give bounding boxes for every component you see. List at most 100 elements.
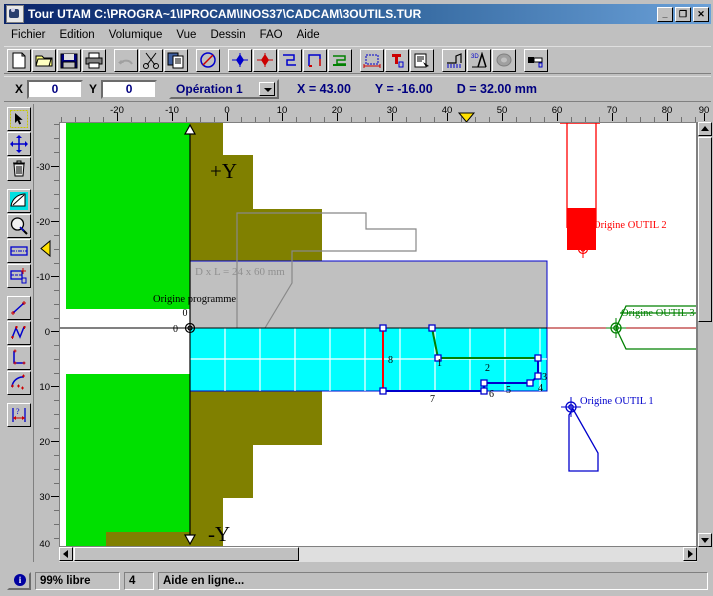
horizontal-scrollbar[interactable] [59,547,697,562]
menu-volumique[interactable]: Volumique [102,28,170,42]
toolbar-separator [517,49,524,72]
y-label: Y [89,82,98,96]
section-icon[interactable] [442,48,466,72]
close-button[interactable]: ✕ [693,6,709,22]
chevron-down-icon[interactable] [259,82,276,96]
cad-canvas[interactable]: D x L = 24 x 60 mm +Y -Y Origine program… [59,122,697,547]
polyline-icon[interactable] [6,321,31,345]
toolpath-label-4: 4 [538,383,543,394]
delete-trash-icon[interactable] [6,157,31,181]
vertical-scrollbar[interactable] [697,122,712,547]
scroll-right-button[interactable] [683,547,697,561]
maximize-button[interactable]: ❐ [675,6,691,22]
origin-program-x-value: 0 [173,324,178,335]
menu-aide[interactable]: Aide [290,28,327,42]
toolbar-separator [435,49,442,72]
drawing-area: -20 -10 0 10 20 30 40 50 60 70 80 90 -30… [35,104,712,562]
title-bar: Tour UTAM C:\PROGRA~1\IPROCAM\INOS37\CAD… [4,4,711,24]
operation-select[interactable]: Opération 1 [169,79,280,99]
menu-vue[interactable]: Vue [169,28,203,42]
tool-red-icon[interactable] [385,48,409,72]
tool-1-origin-label: Origine OUTIL 1 [580,396,654,407]
select-arrow-icon[interactable] [6,107,31,131]
new-file-icon[interactable] [7,48,31,72]
stock-dimension-label: D x L = 24 x 60 mm [195,266,285,278]
stock-rect-icon[interactable] [6,239,31,263]
point-blue-icon[interactable] [228,48,252,72]
menu-edition[interactable]: Edition [53,28,102,42]
readout-y: Y = -16.00 [374,82,433,96]
origin-set-icon[interactable] [6,264,31,288]
memory-status: 99% libre [35,572,120,590]
copy-icon[interactable] [164,48,188,72]
x-input[interactable]: 0 [27,79,84,99]
help-status: Aide en ligne... [158,572,708,590]
horizontal-scroll-thumb[interactable] [74,547,299,561]
scroll-left-button[interactable] [59,547,73,561]
svg-text:-20: -20 [110,105,124,116]
menu-fichier[interactable]: Fichier [4,28,53,42]
status-bar: 99% libre 4 Aide en ligne... [4,570,711,592]
coordinate-toolbar: X 0 Y 0 Opération 1 X = 43.00 Y = -16.00… [4,76,711,102]
properties-icon[interactable] [410,48,434,72]
window-controls: _ ❐ ✕ [657,6,709,22]
arc-icon[interactable] [6,371,31,395]
svg-text:30: 30 [387,105,398,116]
stock-dims-icon[interactable] [360,48,384,72]
scroll-down-button[interactable] [698,533,712,547]
face-green-icon[interactable] [328,48,352,72]
svg-text:80: 80 [662,105,673,116]
corner-icon[interactable] [6,346,31,370]
zoom-magnifier-icon[interactable] [6,214,31,238]
svg-text:90: 90 [699,105,710,116]
menu-bar: Fichier Edition Volumique Vue Dessin FAO… [4,26,711,44]
svg-text:0: 0 [224,105,229,116]
svg-text:10: 10 [39,382,50,393]
minimize-button[interactable]: _ [657,6,673,22]
cut-scissors-icon[interactable] [139,48,163,72]
svg-text:-10: -10 [36,272,50,283]
y-input[interactable]: 0 [101,79,158,99]
menu-fao[interactable]: FAO [253,28,290,42]
window-title: Tour UTAM C:\PROGRA~1\IPROCAM\INOS37\CAD… [28,7,422,21]
save-disk-icon[interactable] [57,48,81,72]
toolpath-label-7: 7 [430,394,435,405]
svg-text:0: 0 [45,327,50,338]
axis-label-minus-y: -Y [208,522,230,546]
readout-x: X = 43.00 [297,82,351,96]
vertical-scroll-thumb[interactable] [698,137,712,322]
svg-text:20: 20 [332,105,343,116]
line-segment-icon[interactable] [6,296,31,320]
print-icon[interactable] [82,48,106,72]
app-icon [6,5,24,23]
dimension-icon[interactable]: ? [6,403,31,427]
pan-move-icon[interactable] [6,132,31,156]
x-label: X [15,82,24,96]
svg-text:60: 60 [552,105,563,116]
info-icon[interactable] [7,572,31,590]
main-toolbar: 3D [4,46,711,74]
3d-view-icon[interactable]: 3D [467,48,491,72]
simulate-icon[interactable] [524,48,548,72]
scroll-up-button[interactable] [698,122,712,136]
point-red-icon[interactable] [253,48,277,72]
svg-text:70: 70 [607,105,618,116]
menu-dessin[interactable]: Dessin [203,28,252,42]
horizontal-ruler: -20 -10 0 10 20 30 40 50 60 70 80 90 [59,104,711,123]
toolpath-label-1: 1 [437,358,442,369]
toolpath-label-5: 5 [506,385,511,396]
origin-program-y-value: 0 [183,308,188,319]
stock-block-bottom [66,374,190,546]
toolpath-label-3: 3 [542,372,547,383]
contour-blue-icon[interactable] [278,48,302,72]
shade-fill-icon[interactable] [6,189,31,213]
circle-tool-icon[interactable] [196,48,220,72]
cad-scene: D x L = 24 x 60 mm +Y -Y Origine program… [60,123,696,546]
material-bottom-strip [106,532,190,546]
svg-text:3D: 3D [471,54,479,60]
left-toolbar: ? [4,104,34,562]
readout-d: D = 32.00 mm [456,82,537,96]
pocket-icon[interactable] [303,48,327,72]
open-folder-icon[interactable] [32,48,56,72]
toolpath-label-8: 8 [388,355,393,366]
